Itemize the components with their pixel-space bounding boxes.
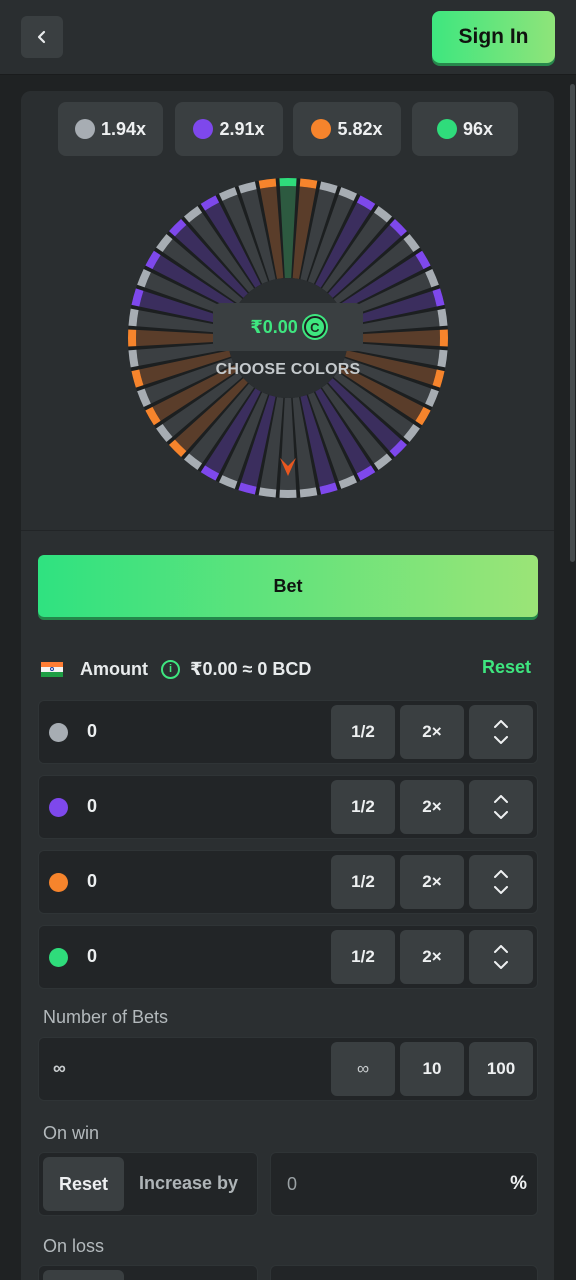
bet-amount-input[interactable]: 0 — [87, 721, 97, 742]
top-bar: Sign In — [0, 0, 576, 75]
number-of-bets-field: ∞ ∞ 10 100 — [38, 1037, 538, 1101]
bet-row-green: 0 1/2 2× — [38, 925, 538, 989]
half-button[interactable]: 1/2 — [331, 705, 395, 759]
orange-dot-icon — [49, 873, 68, 892]
on-win-increase-option[interactable]: Increase by — [139, 1173, 238, 1194]
green-dot-icon — [49, 948, 68, 967]
multiplier-orange-button[interactable]: 5.82x — [293, 102, 401, 156]
double-button[interactable]: 2× — [400, 780, 464, 834]
amount-label: Amount — [80, 658, 148, 679]
on-win-percent-value: 0 — [287, 1174, 298, 1194]
chevron-left-icon — [37, 30, 46, 44]
bet-row-orange: 0 1/2 2× — [38, 850, 538, 914]
amount-conversion: ₹0.00 ≈ 0 BCD — [189, 658, 312, 679]
chevron-down-icon — [494, 961, 508, 969]
on-loss-mode-toggle — [38, 1265, 258, 1280]
game-card: 1.94x 2.91x 5.82x 96x ₹0.00 C CHOOSE COL… — [21, 91, 554, 1280]
multiplier-label: 1.94x — [100, 118, 147, 139]
chevron-up-icon — [494, 720, 508, 728]
on-loss-reset-option[interactable] — [43, 1270, 124, 1280]
number-of-bets-label: Number of Bets — [43, 1007, 169, 1027]
center-amount-value: ₹0.00 — [250, 316, 298, 337]
game-area: 1.94x 2.91x 5.82x 96x ₹0.00 C CHOOSE COL… — [21, 91, 554, 531]
multiplier-label: 5.82x — [337, 118, 383, 139]
multiplier-gray-button[interactable]: 1.94x — [58, 102, 163, 156]
on-loss-percent-input[interactable] — [270, 1265, 538, 1280]
number-of-bets-input[interactable]: ∞ — [53, 1058, 66, 1079]
slider-toggle-button[interactable] — [469, 855, 533, 909]
bet-button[interactable]: Bet — [38, 555, 538, 617]
chevron-up-icon — [494, 870, 508, 878]
india-flag-icon — [41, 661, 63, 677]
wheel-rim-gray — [279, 489, 297, 498]
multiplier-label: 2.91x — [219, 118, 265, 139]
multiplier-label: 96x — [462, 118, 494, 139]
infinite-bets-button[interactable]: ∞ — [331, 1042, 395, 1096]
wheel-center-amount: ₹0.00 C — [213, 303, 363, 351]
slider-toggle-button[interactable] — [469, 780, 533, 834]
sign-in-button[interactable]: Sign In — [432, 11, 555, 63]
slider-toggle-button[interactable] — [469, 705, 533, 759]
double-button[interactable]: 2× — [400, 855, 464, 909]
on-win-mode-toggle: Reset Increase by — [38, 1152, 258, 1216]
multiplier-green-button[interactable]: 96x — [412, 102, 518, 156]
amount-reset-link[interactable]: Reset — [482, 657, 531, 678]
half-button[interactable]: 1/2 — [331, 930, 395, 984]
amount-header: Amount i ₹0.00 ≈ 0 BCD Reset — [41, 657, 531, 681]
bet-amount-input[interactable]: 0 — [87, 871, 97, 892]
back-button[interactable] — [21, 16, 63, 58]
wheel-rim-orange — [128, 329, 137, 347]
on-win-reset-option[interactable]: Reset — [43, 1157, 124, 1211]
bet-amount-input[interactable]: 0 — [87, 796, 97, 817]
chevron-up-icon — [494, 795, 508, 803]
coin-icon: C — [303, 316, 326, 338]
gray-dot-icon — [49, 723, 68, 742]
info-icon[interactable]: i — [160, 659, 180, 679]
chevron-down-icon — [494, 886, 508, 894]
slider-toggle-button[interactable] — [469, 930, 533, 984]
chevron-down-icon — [494, 811, 508, 819]
bet-row-purple: 0 1/2 2× — [38, 775, 538, 839]
ten-bets-button[interactable]: 10 — [400, 1042, 464, 1096]
bet-amount-input[interactable]: 0 — [87, 946, 97, 967]
chevron-up-icon — [494, 945, 508, 953]
on-win-label: On win — [43, 1123, 100, 1143]
percent-unit: % — [510, 1173, 527, 1194]
half-button[interactable]: 1/2 — [331, 855, 395, 909]
orange-dot-icon — [311, 119, 332, 139]
double-button[interactable]: 2× — [400, 930, 464, 984]
on-loss-label: On loss — [43, 1236, 105, 1256]
on-win-percent-input[interactable]: 0 % — [270, 1152, 538, 1216]
hundred-bets-button[interactable]: 100 — [469, 1042, 533, 1096]
chevron-down-icon — [494, 736, 508, 744]
purple-dot-icon — [49, 798, 68, 817]
wheel-rim-green — [279, 178, 297, 187]
multiplier-purple-button[interactable]: 2.91x — [175, 102, 283, 156]
gray-dot-icon — [74, 119, 95, 139]
scrollbar-thumb[interactable] — [570, 84, 575, 562]
purple-dot-icon — [193, 119, 214, 139]
half-button[interactable]: 1/2 — [331, 780, 395, 834]
choose-colors-label: CHOOSE COLORS — [215, 361, 361, 378]
double-button[interactable]: 2× — [400, 705, 464, 759]
bet-row-gray: 0 1/2 2× — [38, 700, 538, 764]
wheel-rim-orange — [439, 329, 448, 347]
green-dot-icon — [436, 119, 457, 139]
